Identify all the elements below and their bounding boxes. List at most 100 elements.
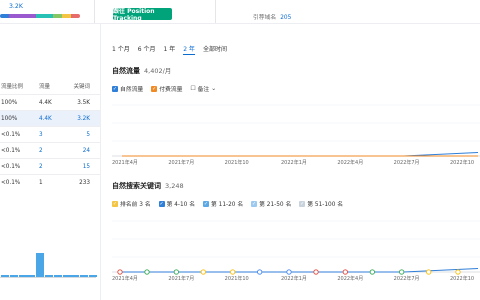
checkbox-checked-icon[interactable]: ✓ <box>151 85 158 92</box>
mini-bar <box>71 275 80 277</box>
checkbox-checked-icon[interactable]: ✓ <box>112 85 118 92</box>
x-tick-label: 2022年1月 <box>281 159 307 166</box>
google-update-marker-icon[interactable] <box>369 269 375 275</box>
checkbox-checked-icon[interactable]: ✓ <box>251 200 258 207</box>
x-tick-label: 2021年4月 <box>112 159 138 166</box>
legend-rank-2[interactable]: ✓ 第 11-20 名 <box>203 199 243 208</box>
ref-domains-label: 引荐域名 <box>253 15 277 21</box>
table-row[interactable]: 100% 4.4K 3.2K <box>0 110 100 126</box>
notes-label: 备注 <box>197 87 210 93</box>
cell-keywords[interactable]: 3.2K <box>77 116 90 122</box>
tab-1-year[interactable]: 1 年 <box>163 44 175 55</box>
colorbar-segment <box>8 14 36 18</box>
tab-1-month[interactable]: 1 个月 <box>112 44 130 55</box>
cell-traffic[interactable]: 4.4K <box>39 116 52 122</box>
legend-label: 第 21-50 名 <box>259 202 292 208</box>
table-header: 流量比例 流量 关键词 <box>0 82 100 94</box>
table-row[interactable]: <0.1% 2 24 <box>0 142 100 158</box>
legend-rank-1[interactable]: ✓ 第 4-10 名 <box>158 199 195 208</box>
x-tick-label: 2022年4月 <box>337 159 363 166</box>
legend-paid-traffic[interactable]: ✓ 付费流量 <box>151 84 182 93</box>
google-update-marker-icon[interactable] <box>455 269 461 275</box>
mini-bar-chart <box>0 251 100 278</box>
cell-traffic[interactable]: 3 <box>39 132 43 138</box>
notes-dropdown[interactable]: ☐ 备注 ⌄ <box>190 84 216 94</box>
organic-traffic-title: 自然流量 4,402/月 <box>112 65 171 76</box>
x-tick-label: 2021年10 <box>225 275 249 282</box>
x-tick-label: 2021年4月 <box>112 275 138 282</box>
organic-traffic-svg: 2021年4月 2021年7月 2021年10 2022年1月 2022年4月 2022年… <box>112 104 480 166</box>
google-update-marker-icon[interactable] <box>144 269 150 275</box>
checkbox-checked-icon[interactable]: ✓ <box>112 200 118 207</box>
x-tick-label: 2022年7月 <box>394 275 420 282</box>
legend-label: 付费流量 <box>159 87 183 93</box>
google-update-marker-icon[interactable] <box>117 269 123 275</box>
legend-rank-3[interactable]: ✓ 第 21-50 名 <box>251 199 291 208</box>
google-update-marker-icon[interactable] <box>342 269 348 275</box>
x-tick-label: 2022年10 <box>450 159 474 166</box>
table-row[interactable]: <0.1% 3 5 <box>0 126 100 142</box>
google-update-marker-icon[interactable] <box>230 269 236 275</box>
cell-traffic: 4.4K <box>39 100 52 106</box>
cell-share: 100% <box>1 100 18 106</box>
cell-share: <0.1% <box>1 180 21 186</box>
mini-bar <box>18 275 27 277</box>
top-summary-strip: 3.2K 跟往 Position Tracking 引荐域名 205 <box>0 0 480 24</box>
x-tick-label: 2021年10 <box>225 159 249 166</box>
mini-bar <box>62 275 71 277</box>
google-update-marker-icon[interactable] <box>426 269 432 275</box>
cell-keywords[interactable]: 5 <box>86 132 90 138</box>
table-row[interactable]: <0.1% 1 233 <box>0 174 100 190</box>
cell-traffic[interactable]: 2 <box>39 164 43 170</box>
legend-label: 第 4-10 名 <box>166 202 195 208</box>
organic-keywords-title: 自然搜索关键词 3,248 <box>112 181 184 191</box>
table-row[interactable]: <0.1% 2 15 <box>0 158 100 174</box>
mini-bar <box>36 253 45 277</box>
table-row[interactable]: 100% 4.4K 3.5K <box>0 94 100 110</box>
cell-traffic[interactable]: 2 <box>39 148 43 154</box>
google-update-marker-icon[interactable] <box>286 269 292 275</box>
distribution-colorbar <box>0 14 80 18</box>
legend-label: 第 11-20 名 <box>211 202 244 208</box>
organic-traffic-chart: 2021年4月 2021年7月 2021年10 2022年1月 2022年4月 2022年… <box>112 96 480 166</box>
mini-bar <box>27 275 36 277</box>
header-share: 流量比例 <box>1 84 24 90</box>
organic-keywords-label: 自然搜索关键词 <box>112 182 161 190</box>
cell-share: <0.1% <box>1 164 21 170</box>
google-update-marker-icon[interactable] <box>173 269 179 275</box>
checkbox-checked-icon[interactable]: ✓ <box>299 200 306 207</box>
legend-rank-0[interactable]: ✓ 排名前 3 名 <box>112 199 151 208</box>
cell-keywords[interactable]: 24 <box>83 148 90 154</box>
ref-domains-value[interactable]: 205 <box>280 15 291 21</box>
tab-6-months[interactable]: 6 个月 <box>138 44 156 55</box>
organic-keywords-legend: ✓ 排名前 3 名 ✓ 第 4-10 名 ✓ 第 11-20 名 ✓ 第 21-50 名 ✓ 第 … <box>112 199 343 208</box>
header-traffic: 流量 <box>39 84 51 90</box>
mini-bar <box>9 275 18 277</box>
ref-domains: 引荐域名 205 <box>253 12 291 21</box>
x-tick-label: 2021年7月 <box>168 275 194 282</box>
tab-2-years[interactable]: 2 年 <box>183 44 195 55</box>
tab-all-time[interactable]: 全部时间 <box>203 44 227 55</box>
cell-keywords: 233 <box>79 180 90 186</box>
organic-traffic-label: 自然流量 <box>112 67 140 75</box>
google-update-marker-icon[interactable] <box>200 269 206 275</box>
time-range-tabs: 1 个月 6 个月 1 年 2 年 全部时间 <box>112 44 227 55</box>
position-tracking-button[interactable]: 跟往 Position Tracking <box>113 8 172 22</box>
checkbox-checked-icon[interactable]: ✓ <box>203 200 209 207</box>
divider <box>215 0 216 24</box>
mini-bar <box>89 275 97 277</box>
organic-keywords-value: 3,248 <box>165 182 184 190</box>
legend-rank-4[interactable]: ✓ 第 51-100 名 <box>299 199 343 208</box>
google-update-marker-icon[interactable] <box>257 269 263 275</box>
google-update-marker-icon[interactable] <box>313 269 319 275</box>
series-line <box>122 152 479 157</box>
colorbar-segment <box>35 14 54 18</box>
cell-keywords[interactable]: 15 <box>83 164 90 170</box>
checkbox-checked-icon[interactable]: ✓ <box>158 200 165 207</box>
google-update-marker-icon[interactable] <box>399 269 405 275</box>
organic-traffic-value: 4,402/月 <box>144 67 172 75</box>
colorbar-segment <box>62 14 72 18</box>
top-link-number[interactable]: 3.2K <box>9 3 23 10</box>
x-tick-label: 2021年7月 <box>168 159 194 166</box>
legend-organic-traffic[interactable]: ✓ 自然流量 <box>112 84 143 93</box>
